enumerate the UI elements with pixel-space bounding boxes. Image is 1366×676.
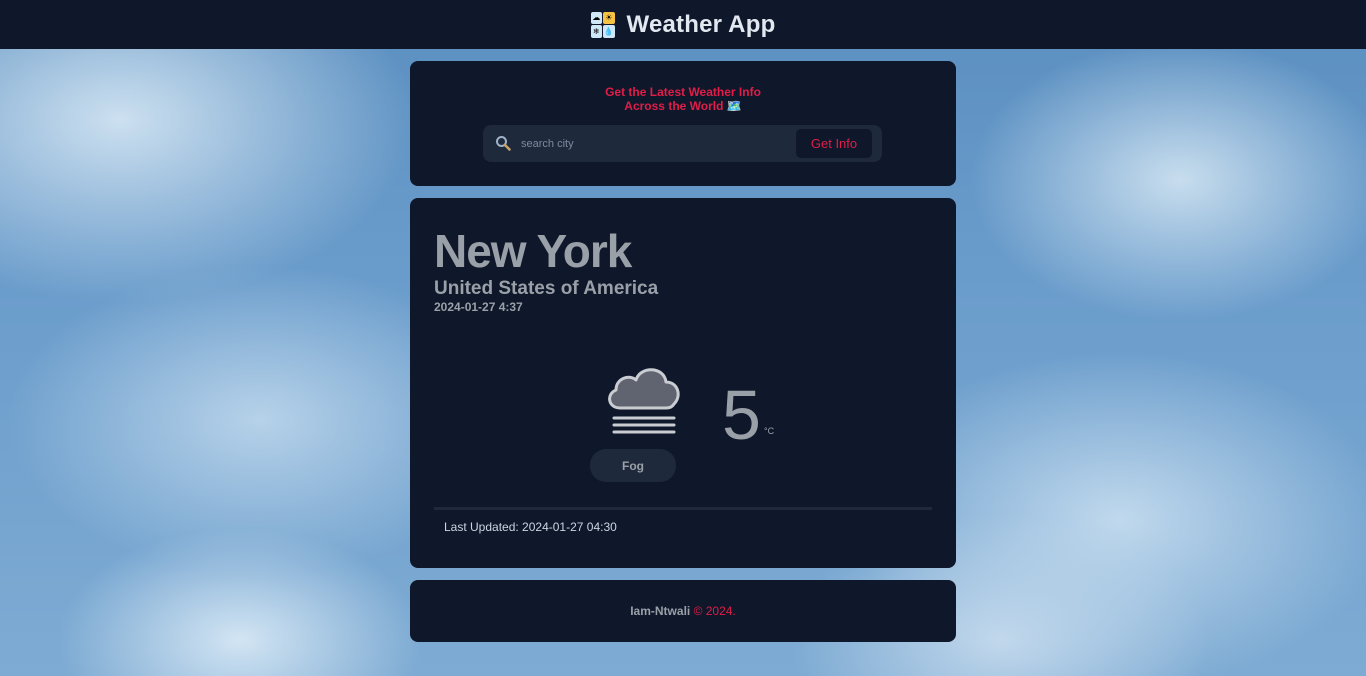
get-info-button[interactable]: Get Info [796, 129, 872, 158]
weather-panel: New York United States of America 2024-0… [410, 198, 956, 568]
last-updated: Last Updated: 2024-01-27 04:30 [444, 520, 617, 534]
divider [434, 507, 932, 510]
app-title: Weather App [626, 10, 776, 38]
country-name: United States of America [434, 278, 659, 299]
weather-app-icon: ☁ ☀ ❄ 💧 [590, 11, 615, 38]
search-input[interactable] [521, 133, 781, 154]
search-bar: Get Info [483, 125, 882, 162]
search-icon [496, 136, 511, 151]
search-panel: Get the Latest Weather Info Across the W… [410, 61, 956, 186]
search-headline: Get the Latest Weather Info Across the W… [410, 85, 956, 113]
footer-panel: Iam-Ntwali © 2024. [410, 580, 956, 642]
top-bar: ☁ ☀ ❄ 💧 Weather App [0, 0, 1366, 49]
city-name: New York [434, 225, 632, 277]
local-time: 2024-01-27 4:37 [434, 300, 523, 314]
condition-badge: Fog [590, 449, 676, 482]
headline-line-1: Get the Latest Weather Info [605, 85, 761, 99]
temperature-value: 5 [722, 376, 761, 454]
headline-line-2: Across the World 🗺️ [624, 99, 742, 113]
temperature-unit: °C [764, 426, 775, 436]
footer-copyright: © 2024. [690, 604, 736, 618]
fog-icon [608, 368, 680, 434]
footer-text: Iam-Ntwali © 2024. [630, 604, 736, 618]
footer-author: Iam-Ntwali [630, 604, 691, 618]
